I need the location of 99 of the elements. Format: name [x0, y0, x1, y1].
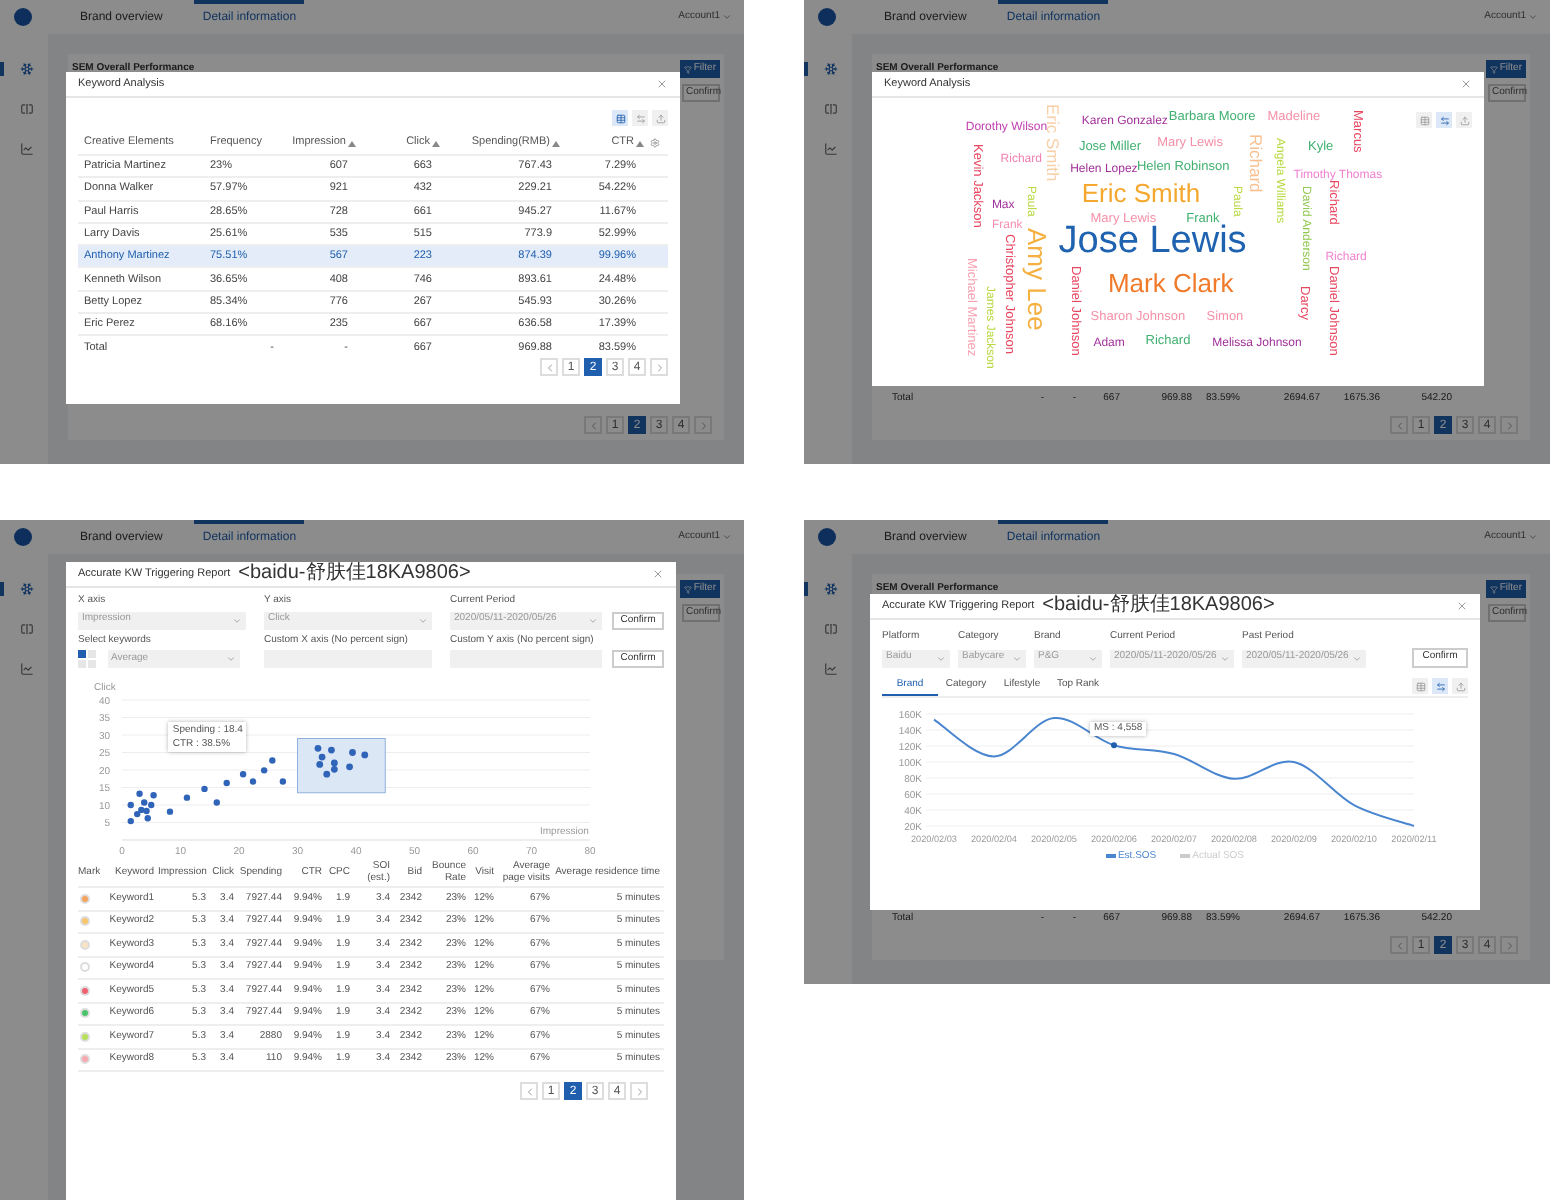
modal-subtitle: <baidu-舒肤佳18KA9806>: [238, 564, 471, 584]
arrows-icon: [635, 113, 645, 123]
snowflake-icon: [19, 62, 33, 76]
snowflake-icon: [823, 582, 837, 596]
table-icon: [1419, 115, 1429, 125]
view-button[interactable]: [1456, 112, 1472, 128]
next-page-button[interactable]: [630, 1082, 648, 1100]
previous-page-button[interactable]: [1390, 936, 1408, 954]
close-icon: [1456, 600, 1468, 612]
close-icon: [652, 568, 664, 580]
chevron-icon: [225, 654, 235, 664]
view-button[interactable]: [1416, 112, 1432, 128]
chevron-icon: [1528, 532, 1538, 542]
panel-icon: [823, 102, 837, 116]
chevron-right-icon: [633, 1085, 645, 1097]
chevron-right-icon: [697, 419, 709, 431]
data-point: [279, 778, 287, 785]
data-point: [1111, 741, 1117, 748]
panel-icon: [19, 102, 33, 116]
chevron-icon: [1012, 653, 1022, 663]
data-point: [346, 763, 353, 771]
view-button[interactable]: [1436, 112, 1452, 128]
line-chart-icon: [19, 662, 33, 676]
color-swatch-grid[interactable]: [78, 650, 95, 668]
chevron-left-icon: [543, 361, 555, 374]
view-button[interactable]: [652, 110, 668, 126]
logo-icon: [818, 528, 836, 546]
next-page-button[interactable]: [650, 358, 668, 377]
cloud-word: Mark Clark: [1107, 269, 1234, 296]
cloud-word: Amy Lee: [1023, 228, 1050, 332]
data-point: [166, 808, 174, 815]
chevron-icon: [1088, 653, 1098, 663]
chevron-left-icon: [1393, 419, 1405, 431]
data-point: [361, 751, 369, 759]
chevron-left-icon: [1393, 939, 1405, 951]
upload-icon: [655, 113, 665, 123]
modal-subtitle: <baidu-舒肤佳18KA9806>: [1042, 596, 1275, 616]
close-icon: [1460, 78, 1472, 90]
chevron-icon: [588, 615, 598, 625]
data-point: [213, 799, 220, 806]
selection-area: [297, 738, 386, 794]
data-point: [349, 749, 356, 756]
logo-icon: [14, 8, 32, 26]
chevron-right-icon: [653, 361, 665, 374]
chevron-icon: [1220, 653, 1230, 663]
snowflake-icon: [823, 62, 837, 76]
legend-marker: [1105, 854, 1116, 859]
close-icon: [656, 78, 668, 90]
chevron-right-icon: [1503, 939, 1515, 951]
chevron-icon: [1352, 653, 1362, 663]
panel-icon: [823, 622, 837, 636]
chevron-icon: [722, 532, 732, 542]
next-page-button[interactable]: [1500, 416, 1518, 434]
chevron-icon: [1528, 12, 1538, 22]
arrows-icon: [1439, 115, 1449, 125]
data-point: [269, 757, 276, 764]
previous-page-button[interactable]: [584, 416, 602, 434]
settings-icon: [650, 138, 660, 148]
view-button[interactable]: [1432, 678, 1448, 694]
table-icon: [615, 113, 625, 123]
next-page-button[interactable]: [1500, 936, 1518, 954]
upload-icon: [1459, 115, 1469, 125]
panel-icon: [19, 622, 33, 636]
filter-icon: [683, 585, 692, 593]
chevron-icon: [936, 653, 946, 663]
chevron-icon: [722, 12, 732, 22]
previous-page-button[interactable]: [540, 358, 558, 377]
chevron-icon: [418, 615, 428, 625]
data-point: [260, 767, 268, 774]
snowflake-icon: [19, 582, 33, 596]
next-page-button[interactable]: [694, 416, 712, 434]
filter-icon: [683, 65, 692, 73]
cloud-word: Richard: [1247, 133, 1265, 192]
line-chart-icon: [823, 142, 837, 156]
data-point: [223, 779, 230, 787]
table-icon: [1415, 681, 1425, 691]
arrows-icon: [1435, 681, 1445, 691]
chevron-left-icon: [587, 419, 599, 431]
chevron-left-icon: [523, 1085, 535, 1097]
data-point: [201, 785, 208, 793]
line-chart-icon: [19, 142, 33, 156]
cloud-word: Jose Lewis: [1058, 222, 1247, 261]
previous-page-button[interactable]: [1390, 416, 1408, 434]
legend-marker: [1180, 854, 1191, 859]
chevron-icon: [232, 615, 242, 625]
logo-icon: [14, 528, 32, 546]
logo-icon: [818, 8, 836, 26]
upload-icon: [1455, 681, 1465, 691]
filter-icon: [1489, 65, 1498, 73]
cloud-word: Eric Smith: [1081, 179, 1201, 206]
view-button[interactable]: [632, 110, 648, 126]
data-point: [183, 794, 191, 801]
filter-icon: [1489, 585, 1498, 593]
view-button[interactable]: [612, 110, 628, 126]
previous-page-button[interactable]: [520, 1082, 538, 1100]
view-button[interactable]: [1412, 678, 1428, 694]
chevron-right-icon: [1503, 419, 1515, 431]
line-chart-icon: [823, 662, 837, 676]
view-button[interactable]: [1452, 678, 1468, 694]
